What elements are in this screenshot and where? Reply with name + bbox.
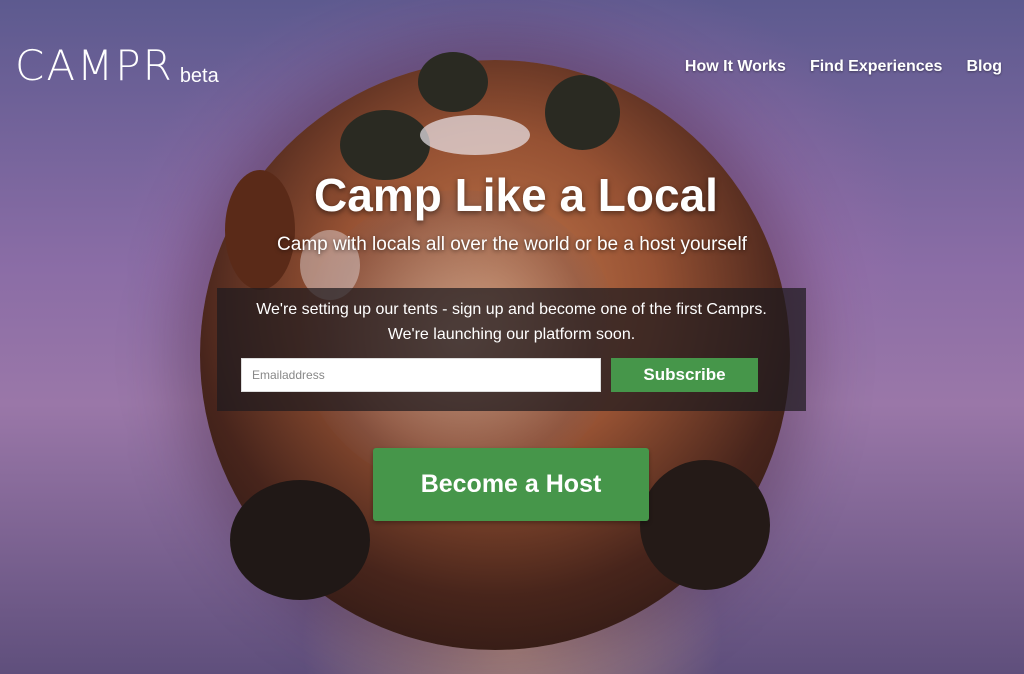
nav-item-how-it-works[interactable]: How It Works — [685, 58, 786, 76]
become-host-button[interactable]: Become a Host — [373, 448, 649, 521]
subscribe-button[interactable]: Subscribe — [611, 358, 758, 392]
nav-item-blog[interactable]: Blog — [966, 58, 1002, 76]
nav-item-find-experiences[interactable]: Find Experiences — [810, 58, 943, 76]
signup-line-2: We're launching our platform soon. — [387, 326, 636, 343]
email-input[interactable] — [241, 358, 601, 392]
tree-shape — [418, 52, 488, 112]
brand-tag: beta — [179, 65, 219, 87]
tree-shape — [230, 480, 370, 600]
brand-logo[interactable]: CAMPR beta — [15, 44, 219, 88]
snow-patch — [420, 115, 530, 155]
tree-shape — [640, 460, 770, 590]
signup-panel: We're setting up our tents - sign up and… — [217, 288, 806, 411]
hero-title: Camp Like a Local — [314, 169, 718, 221]
signup-message: We're setting up our tents - sign up and… — [217, 297, 806, 347]
tree-shape — [545, 75, 620, 150]
main-nav: How It Works Find Experiences Blog — [685, 58, 1002, 76]
brand-name: CAMPR — [15, 41, 174, 90]
signup-line-1: We're setting up our tents - sign up and… — [256, 301, 767, 318]
hero-subtitle: Camp with locals all over the world or b… — [277, 234, 747, 255]
